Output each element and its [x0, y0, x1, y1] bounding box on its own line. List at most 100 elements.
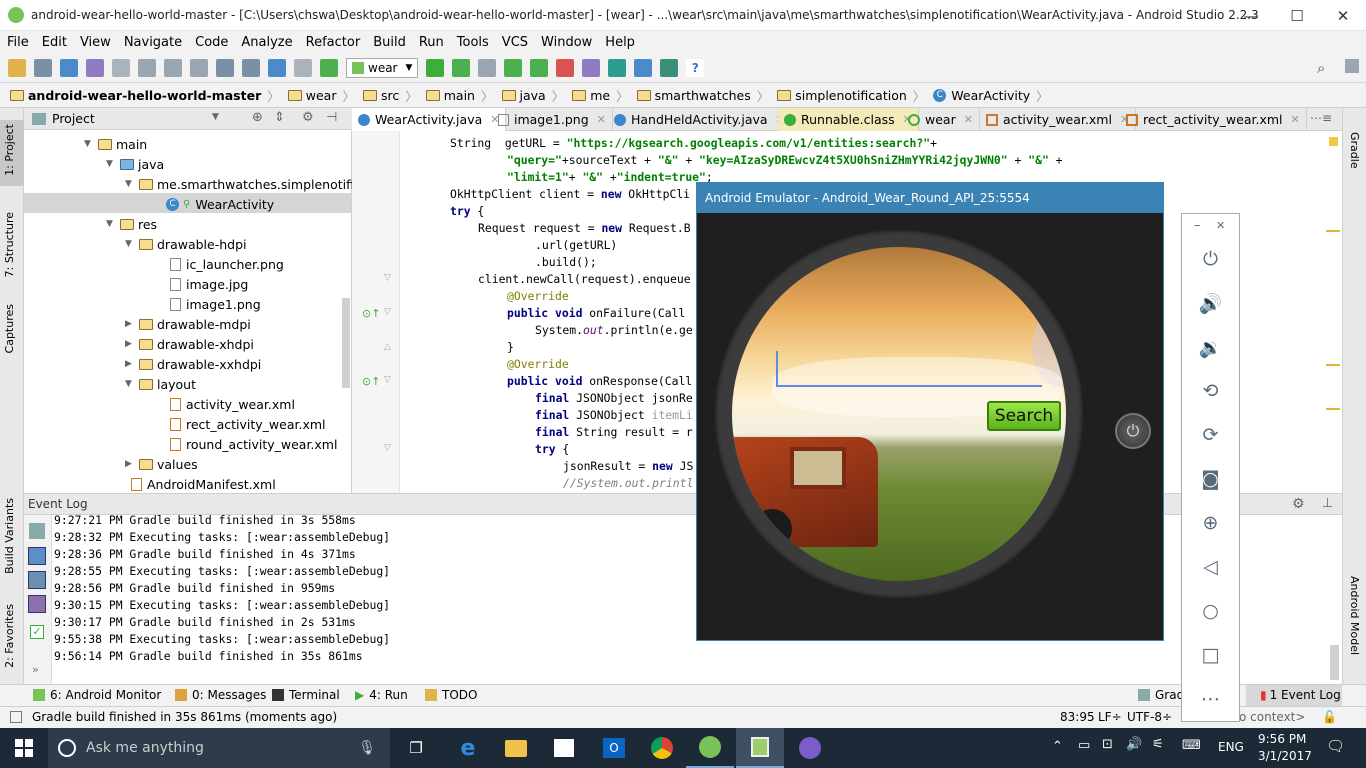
breadcrumb-main[interactable]: main 〉 [422, 84, 498, 108]
breadcrumb-wear[interactable]: wear 〉 [284, 84, 359, 108]
edge-icon[interactable]: e [444, 728, 492, 768]
copy-icon[interactable] [164, 58, 182, 77]
taskbar-search[interactable]: Ask me anything 🎙 [48, 728, 390, 768]
tree-item-round-activity-wear[interactable]: round_activity_wear.xml [170, 434, 337, 454]
coverage-icon[interactable] [478, 58, 497, 77]
tree-item-java[interactable]: ▼ java [106, 154, 164, 174]
status-message[interactable]: Gradle build finished in 35s 861ms (mome… [32, 710, 337, 724]
tree-item-drawable-xhdpi[interactable]: ▶ drawable-xhdpi [125, 334, 254, 354]
home-icon[interactable]: ○ [1182, 591, 1239, 631]
clock-date[interactable]: 3/1/2017 [1258, 749, 1312, 763]
make-project-icon[interactable] [320, 58, 338, 77]
menu-code[interactable]: Code [195, 35, 228, 50]
project-structure-icon[interactable] [634, 58, 653, 77]
tree-item-res[interactable]: ▼ res [106, 214, 157, 234]
menu-vcs[interactable]: VCS [502, 35, 528, 50]
show-balloons-icon[interactable] [28, 547, 46, 565]
keyboard-icon[interactable]: ⌨ [1182, 738, 1201, 753]
breadcrumb-simplenotification[interactable]: simplenotification 〉 [773, 84, 929, 108]
hide-panel-icon[interactable]: ⊥ [1322, 496, 1333, 511]
tree-item-drawable-hdpi[interactable]: ▼ drawable-hdpi [125, 234, 247, 254]
open-folder-icon[interactable] [8, 58, 26, 77]
tab-gradle-console[interactable]: Grad [1138, 688, 1184, 702]
undo-icon[interactable] [86, 58, 104, 77]
clock-time[interactable]: 9:56 PM [1258, 732, 1306, 746]
sync-gradle-icon[interactable] [608, 58, 627, 77]
close-emulator-button[interactable]: ✕ [1216, 219, 1225, 232]
overview-icon[interactable]: □ [1182, 635, 1239, 675]
log-scrollbar[interactable] [1330, 645, 1339, 680]
project-panel-title[interactable]: Project [52, 111, 95, 126]
paste-icon[interactable] [190, 58, 208, 77]
chrome-icon[interactable] [638, 728, 686, 768]
fold-icon[interactable]: ▽ [384, 273, 391, 283]
app-taskbar-icon[interactable] [786, 728, 834, 768]
forward-icon[interactable] [294, 58, 312, 77]
error-stripe-mark[interactable] [1326, 408, 1340, 410]
context-indicator[interactable]: o context> [1239, 710, 1305, 724]
breadcrumb-wearactivity[interactable]: C WearActivity 〉 [929, 84, 1052, 108]
menu-build[interactable]: Build [373, 35, 406, 50]
menu-help[interactable]: Help [605, 35, 635, 50]
tree-item-wearactivity[interactable]: C ⚲ WearActivity [166, 194, 274, 214]
help-icon[interactable]: ? [686, 58, 705, 77]
project-scrollbar[interactable] [342, 298, 350, 388]
tab-rect-activity-wear-xml[interactable]: rect_activity_wear.xml ✕ [1120, 108, 1307, 131]
tree-item-drawable-xxhdpi[interactable]: ▶ drawable-xxhdpi [125, 354, 261, 374]
menu-refactor[interactable]: Refactor [306, 35, 361, 50]
fold-icon[interactable]: △ [384, 342, 391, 352]
settings-icon[interactable] [29, 523, 45, 539]
tab-activity-wear-xml[interactable]: activity_wear.xml ✕ [980, 108, 1137, 131]
android-studio-taskbar-icon[interactable] [686, 728, 734, 768]
override-marker-icon[interactable]: ⊙↑ [362, 307, 380, 320]
build-variants-tool-tab[interactable]: Build Variants [3, 498, 16, 574]
back-icon[interactable]: ◁ [1182, 547, 1239, 587]
tree-item-image1-png[interactable]: image1.png [170, 294, 261, 314]
line-separator[interactable]: LF÷ [1098, 710, 1122, 724]
debug-icon[interactable] [452, 58, 471, 77]
captures-tool-tab[interactable]: Captures [3, 304, 16, 353]
more-icon[interactable]: ⋯ [1182, 679, 1239, 719]
microphone-icon[interactable]: 🎙 [358, 740, 376, 756]
error-stripe-mark[interactable] [1326, 230, 1340, 232]
gear-icon[interactable]: ⚙ [302, 110, 314, 125]
tab-handheldactivity-java[interactable]: HandHeldActivity.java✕ [608, 108, 792, 131]
battery-icon[interactable]: ▭ [1078, 738, 1090, 753]
save-icon[interactable] [34, 58, 52, 77]
network-icon[interactable]: ⊡ [1102, 737, 1113, 752]
sdk-manager-icon[interactable] [660, 58, 679, 77]
stop-icon[interactable] [556, 58, 575, 77]
replace-icon[interactable] [242, 58, 260, 77]
scroll-to-end-icon[interactable] [28, 595, 46, 613]
search-input[interactable] [776, 385, 1042, 387]
tree-item-rect-activity-wear[interactable]: rect_activity_wear.xml [170, 414, 326, 434]
tree-item-activity-wear[interactable]: activity_wear.xml [170, 394, 295, 414]
more-tools-icon[interactable]: » [32, 663, 39, 676]
rotate-left-icon[interactable]: ⟲ [1182, 371, 1239, 411]
mark-all-read-icon[interactable]: ✓ [30, 625, 44, 639]
tree-item-image-jpg[interactable]: image.jpg [170, 274, 248, 294]
find-icon[interactable] [216, 58, 234, 77]
volume-down-icon[interactable]: 🔉 [1182, 327, 1239, 367]
project-tool-tab[interactable]: 1: Project [3, 124, 16, 176]
profile-icon[interactable] [504, 58, 523, 77]
breadcrumb-project[interactable]: android-wear-hello-world-master 〉 [6, 84, 284, 108]
power-icon[interactable]: ⏻ [1182, 239, 1239, 279]
tree-item-manifest[interactable]: AndroidManifest.xml [125, 474, 276, 494]
emulator-taskbar-icon[interactable] [736, 728, 784, 768]
menu-window[interactable]: Window [541, 35, 592, 50]
breadcrumb-smarthwatches[interactable]: smarthwatches 〉 [633, 84, 774, 108]
close-button[interactable]: ✕ [1320, 0, 1366, 31]
soft-wraps-icon[interactable] [28, 571, 46, 589]
minimize-emulator-button[interactable]: – [1194, 218, 1201, 233]
fold-icon[interactable]: ▽ [384, 307, 391, 317]
sync-icon[interactable] [60, 58, 78, 77]
volume-icon[interactable]: 🔊 [1126, 737, 1142, 752]
avd-manager-icon[interactable] [582, 58, 601, 77]
favorites-tool-tab[interactable]: 2: Favorites [3, 604, 16, 668]
toggle-tool-windows-icon[interactable] [10, 711, 22, 723]
hide-panel-icon[interactable]: ⊣ [326, 110, 337, 125]
tab-image1-png[interactable]: image1.png ✕ [492, 108, 613, 131]
android-model-tool-tab[interactable]: Android Model [1348, 576, 1361, 655]
zoom-icon[interactable]: ⊕ [1182, 503, 1239, 543]
